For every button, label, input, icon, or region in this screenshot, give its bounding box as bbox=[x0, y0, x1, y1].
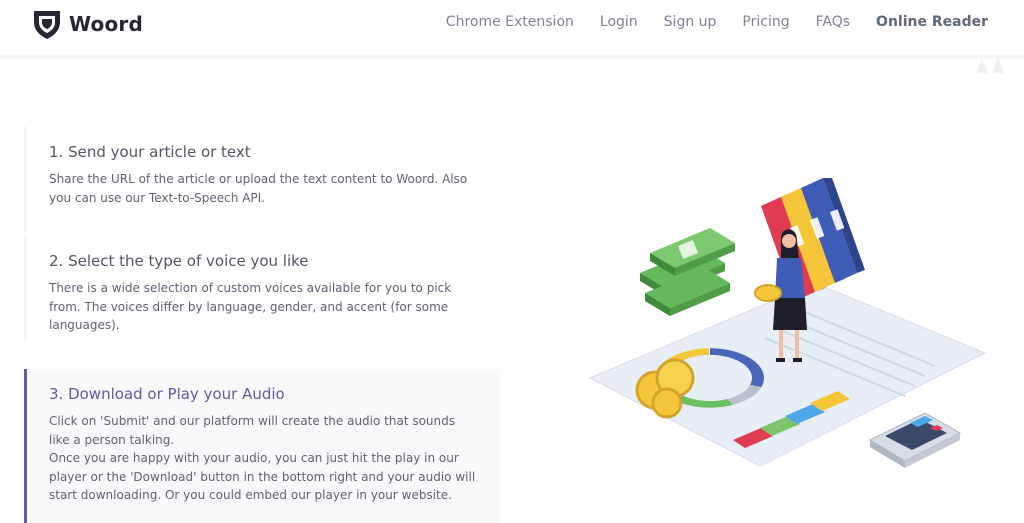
brand-logo[interactable]: Woord bbox=[32, 8, 143, 40]
step-3-active[interactable]: 3. Download or Play your Audio Click on … bbox=[24, 369, 500, 523]
how-it-works-steps: 1. Send your article or text Share the U… bbox=[24, 127, 500, 523]
step-2[interactable]: 2. Select the type of voice you like The… bbox=[24, 236, 500, 340]
money-stack-icon bbox=[640, 228, 735, 316]
step-3-text: Click on 'Submit' and our platform will … bbox=[49, 414, 456, 447]
step-1-text: Share the URL of the article or upload t… bbox=[49, 172, 468, 205]
nav-online-reader[interactable]: Online Reader bbox=[876, 14, 988, 30]
step-3-text-2: Once you are happy with your audio, you … bbox=[49, 451, 476, 502]
main-nav: Chrome Extension Login Sign up Pricing F… bbox=[420, 14, 988, 30]
nav-chrome-extension[interactable]: Chrome Extension bbox=[446, 14, 574, 30]
nav-faqs[interactable]: FAQs bbox=[816, 14, 850, 30]
site-header: Woord Chrome Extension Login Sign up Pri… bbox=[0, 0, 1024, 55]
step-3-title: 3. Download or Play your Audio bbox=[49, 385, 285, 403]
step-1-title: 1. Send your article or text bbox=[49, 143, 251, 161]
calculator-icon bbox=[868, 412, 962, 468]
step-2-title: 2. Select the type of voice you like bbox=[49, 252, 309, 270]
step-2-text: There is a wide selection of custom voic… bbox=[49, 281, 452, 332]
nav-login[interactable]: Login bbox=[600, 14, 638, 30]
step-1[interactable]: 1. Send your article or text Share the U… bbox=[24, 127, 500, 232]
illustration-woman-documents bbox=[588, 178, 987, 468]
nav-sign-up[interactable]: Sign up bbox=[664, 14, 717, 30]
brand-name: Woord bbox=[69, 12, 144, 36]
nav-pricing[interactable]: Pricing bbox=[742, 14, 789, 30]
shield-logo-icon bbox=[34, 11, 60, 39]
background-decoration bbox=[976, 57, 1004, 73]
